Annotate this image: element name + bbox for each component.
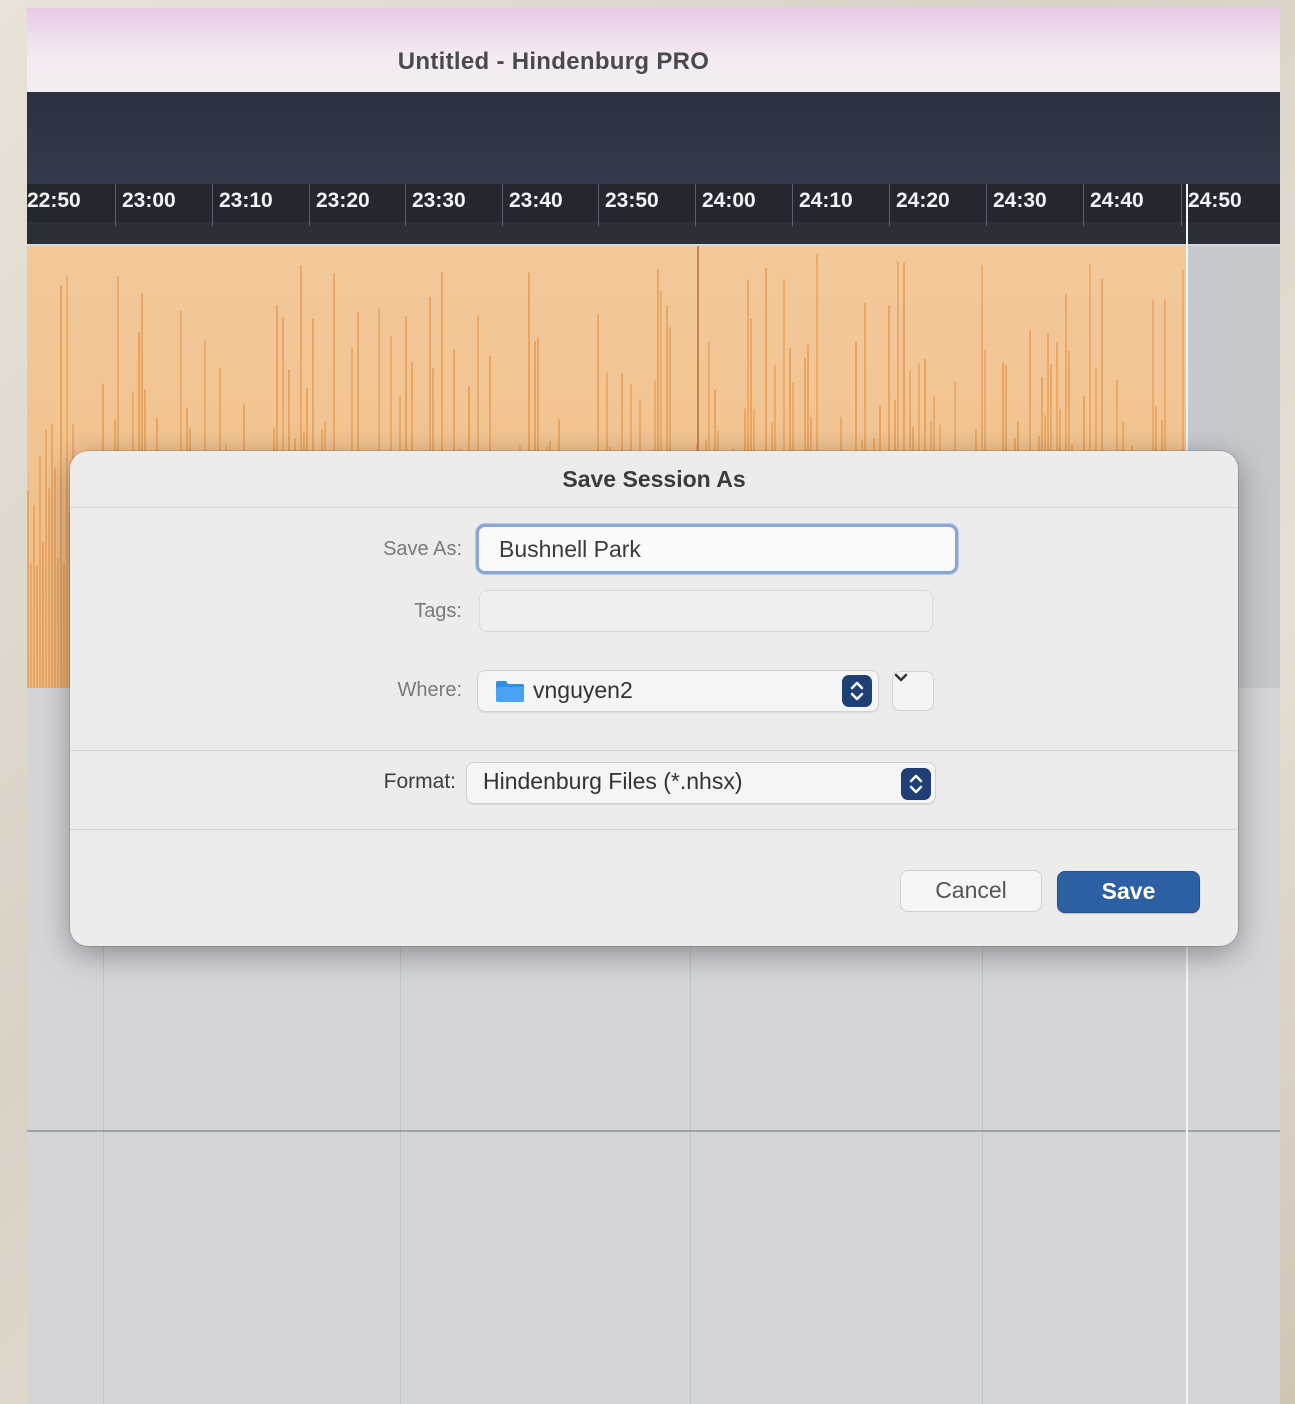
cancel-button[interactable]: Cancel [900,870,1042,912]
timeline-tick: 23:00 [115,184,176,226]
format-stepper-icon [901,768,931,800]
divider [70,829,1238,830]
divider [70,750,1238,751]
timeline-tick: 24:50 [1181,184,1242,226]
tags-input[interactable] [479,590,933,632]
timeline-tick: 23:10 [212,184,273,226]
timeline-tick: 22:50 [27,189,81,212]
where-value: vnguyen2 [533,677,633,703]
where-stepper-icon [842,675,872,707]
title-bar[interactable]: Untitled - Hindenburg PRO [27,8,1280,92]
tags-label: Tags: [414,600,462,622]
where-label: Where: [397,679,462,701]
timeline-tick: 23:50 [598,184,659,226]
divider [70,507,1238,508]
folder-icon [495,679,525,708]
where-popup[interactable]: vnguyen2 [477,670,879,712]
save-button[interactable]: Save [1057,871,1200,913]
toolbar [27,92,1280,184]
timeline-tick: 23:20 [309,184,370,226]
timeline-ruler[interactable]: 22:50 23:00 23:10 23:20 23:30 23:40 23:5… [27,184,1280,244]
format-label: Format: [383,770,456,793]
format-value: Hindenburg Files (*.nhsx) [483,768,743,794]
window-title: Untitled - Hindenburg PRO [397,48,710,75]
save-as-input[interactable]: Bushnell Park [476,524,958,574]
timeline-tick: 24:40 [1083,184,1144,226]
timeline-tick: 24:00 [695,184,756,226]
dialog-title: Save Session As [562,466,746,492]
format-popup[interactable]: Hindenburg Files (*.nhsx) [466,762,936,804]
save-as-label: Save As: [383,538,462,560]
timeline-tick: 24:10 [792,184,853,226]
timeline-tick: 23:40 [502,184,563,226]
save-session-dialog: Save Session As Save As: Bushnell Park T… [70,451,1238,946]
timeline-tick: 24:20 [889,184,950,226]
timeline-tick: 23:30 [405,184,466,226]
timeline-tick: 24:30 [986,184,1047,226]
expand-dialog-button[interactable] [892,671,934,711]
